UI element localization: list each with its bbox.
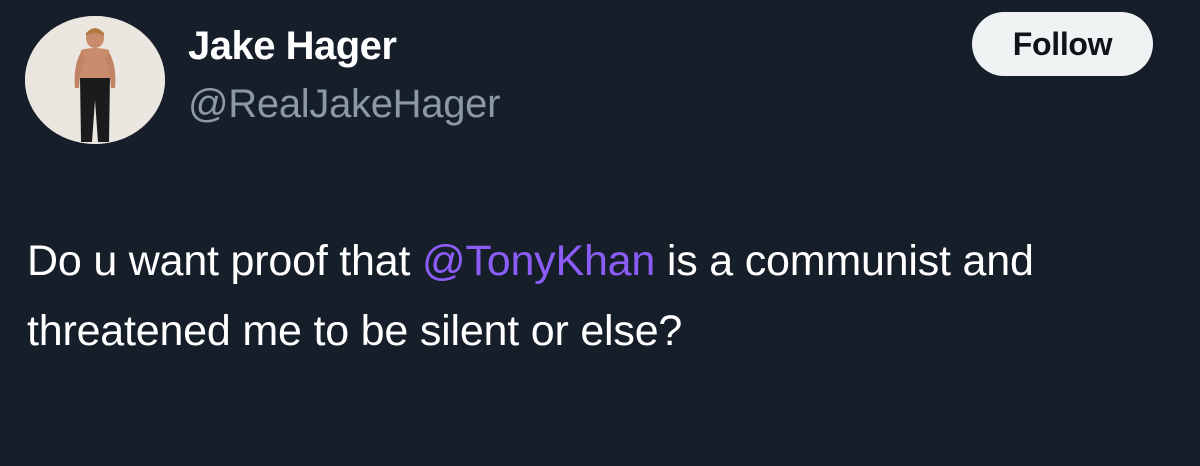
avatar[interactable] [25, 16, 165, 144]
tweet-text: Do u want proof that @TonyKhan is a comm… [27, 226, 1147, 366]
mention-link[interactable]: @TonyKhan [422, 237, 655, 285]
user-handle[interactable]: @RealJakeHager [188, 80, 500, 128]
tweet-card: Jake Hager @RealJakeHager Follow Do u wa… [0, 0, 1200, 466]
display-name[interactable]: Jake Hager [188, 22, 397, 70]
tweet-text-before: Do u want proof that [27, 237, 422, 285]
profile-photo-icon [25, 16, 165, 144]
follow-button[interactable]: Follow [972, 12, 1153, 76]
